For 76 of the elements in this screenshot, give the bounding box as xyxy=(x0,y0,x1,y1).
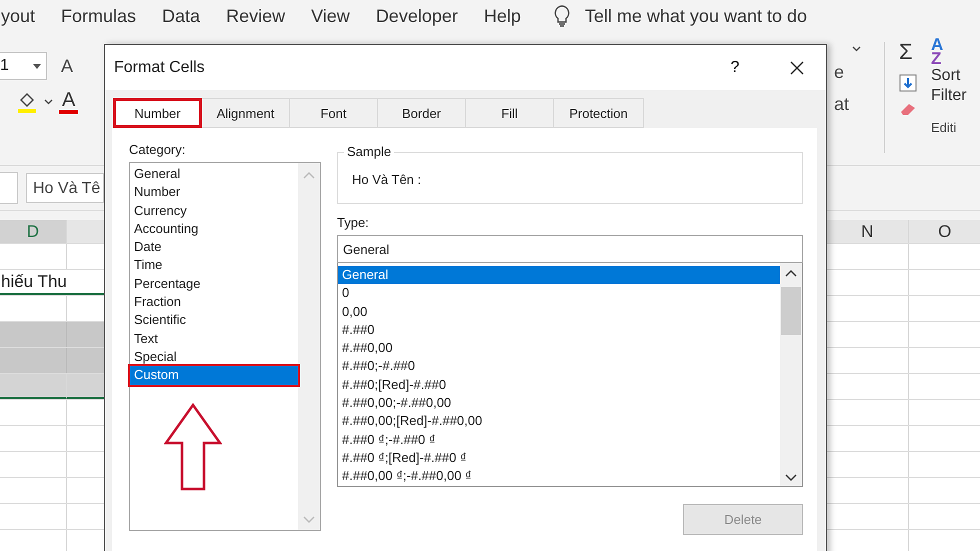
ribbon-tab[interactable]: Formulas xyxy=(61,6,136,26)
column-header[interactable]: D xyxy=(0,220,67,243)
tab[interactable]: Font xyxy=(290,98,378,128)
tab[interactable]: Number xyxy=(113,98,202,128)
font-size-field[interactable]: 1 xyxy=(0,52,47,80)
category-label: Category: xyxy=(129,142,186,157)
scrollbar-thumb[interactable] xyxy=(781,287,801,335)
list-item[interactable]: #.##0,00;-#.##0,00 xyxy=(338,394,780,412)
tell-me-search[interactable]: Tell me what you want to do xyxy=(584,6,808,26)
list-item[interactable]: #.##0 xyxy=(338,320,780,340)
tab[interactable]: Fill xyxy=(466,98,554,128)
list-item[interactable]: Text xyxy=(130,330,298,348)
list-item[interactable]: #.##0 ₫;-#.##0 ₫ xyxy=(338,430,780,449)
ribbon-tab[interactable]: yout xyxy=(1,6,36,26)
table-cell xyxy=(0,322,67,347)
list-item[interactable]: 0 xyxy=(338,284,780,303)
list-item[interactable]: #.##0,00 xyxy=(338,339,780,358)
lightbulb-icon[interactable] xyxy=(552,4,571,28)
chevron-icon[interactable] xyxy=(852,46,861,52)
ribbon-tab[interactable]: View xyxy=(311,6,350,26)
list-item[interactable]: Custom xyxy=(130,366,298,385)
list-item[interactable]: #.##0;[Red]-#.##0 xyxy=(338,376,780,394)
sort-filter-label[interactable]: Sort xyxy=(931,66,967,86)
list-item[interactable]: Scientific xyxy=(130,311,298,330)
dialog-title: Format Cells xyxy=(114,58,206,76)
column-header[interactable]: O xyxy=(909,220,980,243)
list-item[interactable]: #.##0,00 ₫;-#.##0,00 ₫ xyxy=(338,467,780,486)
list-item[interactable]: Accounting xyxy=(130,220,298,238)
tab[interactable]: Protection xyxy=(554,98,644,128)
type-label: Type: xyxy=(337,215,370,230)
list-item[interactable]: 0,00 xyxy=(338,302,780,321)
tab[interactable]: Alignment xyxy=(202,98,290,128)
table-cell: hiếu Thu xyxy=(0,270,67,295)
scroll-down-icon[interactable] xyxy=(785,474,797,482)
ribbon-tab[interactable]: Developer xyxy=(376,6,458,26)
type-field[interactable]: General xyxy=(337,235,803,263)
sort-az-icon[interactable]: Z xyxy=(931,52,967,66)
tab[interactable]: Border xyxy=(378,98,466,128)
sort-az-icon[interactable]: A xyxy=(931,38,967,52)
caret-icon[interactable] xyxy=(33,64,41,68)
ribbon-label[interactable]: at xyxy=(834,92,850,116)
fill-down-icon[interactable] xyxy=(899,74,917,92)
sort-filter-label[interactable]: Filter xyxy=(931,86,967,106)
ribbon-tab[interactable]: Data xyxy=(162,6,200,26)
close-icon[interactable] xyxy=(790,60,804,74)
list-item[interactable]: Special xyxy=(130,348,298,366)
grow-font-button[interactable]: A xyxy=(57,56,78,76)
help-button[interactable]: ? xyxy=(720,58,750,78)
list-item[interactable]: General xyxy=(338,266,780,284)
category-list[interactable]: General Number Currency Accounting Date Time Percentage Fraction Scientific Text Special Custom xyxy=(129,162,321,531)
list-item[interactable]: Fraction xyxy=(130,293,298,312)
list-item[interactable]: Percentage xyxy=(130,274,298,294)
group-label: Editi xyxy=(931,120,958,135)
autosum-button[interactable]: Σ xyxy=(899,40,913,64)
font-color-button[interactable]: A xyxy=(59,90,78,114)
sample-text: Ho Và Tên : xyxy=(352,172,422,187)
table-cell xyxy=(0,348,67,373)
eraser-icon[interactable] xyxy=(899,102,917,116)
scroll-up-icon[interactable] xyxy=(785,269,797,277)
list-item[interactable]: Currency xyxy=(130,202,298,220)
type-list[interactable]: General 0 0,00 #.##0 #.##0,00 #.##0;-#.##0 #.##0;[Red]-#.##0 #.##0,00;-#.##0,00 #.##0,00;[Red]-#.##0,00 #.##0 ₫;-#.##0 ₫ #.##0 ₫;[Red]-#.##0 ₫ #.##0,00 ₫;-#.##0,00 ₫ xyxy=(337,263,803,487)
sample-legend: Sample xyxy=(344,144,394,159)
formula-field[interactable]: Ho Và Tê xyxy=(26,173,104,203)
table-cell xyxy=(66,348,106,373)
table-cell xyxy=(66,322,106,347)
list-item[interactable]: General xyxy=(130,165,298,184)
ribbon-tab[interactable]: Help xyxy=(484,6,521,26)
list-item[interactable]: Time xyxy=(130,256,298,275)
list-item[interactable]: Date xyxy=(130,238,298,256)
chevron-icon[interactable] xyxy=(44,99,53,105)
list-item[interactable]: #.##0 ₫;[Red]-#.##0 ₫ xyxy=(338,448,780,468)
list-item[interactable]: #.##0,00;[Red]-#.##0,00 xyxy=(338,412,780,431)
list-item[interactable]: Number xyxy=(130,183,298,202)
ribbon-label[interactable]: e xyxy=(834,60,844,84)
list-item[interactable]: #.##0;-#.##0 xyxy=(338,357,780,376)
ribbon-tab[interactable]: Review xyxy=(226,6,286,26)
